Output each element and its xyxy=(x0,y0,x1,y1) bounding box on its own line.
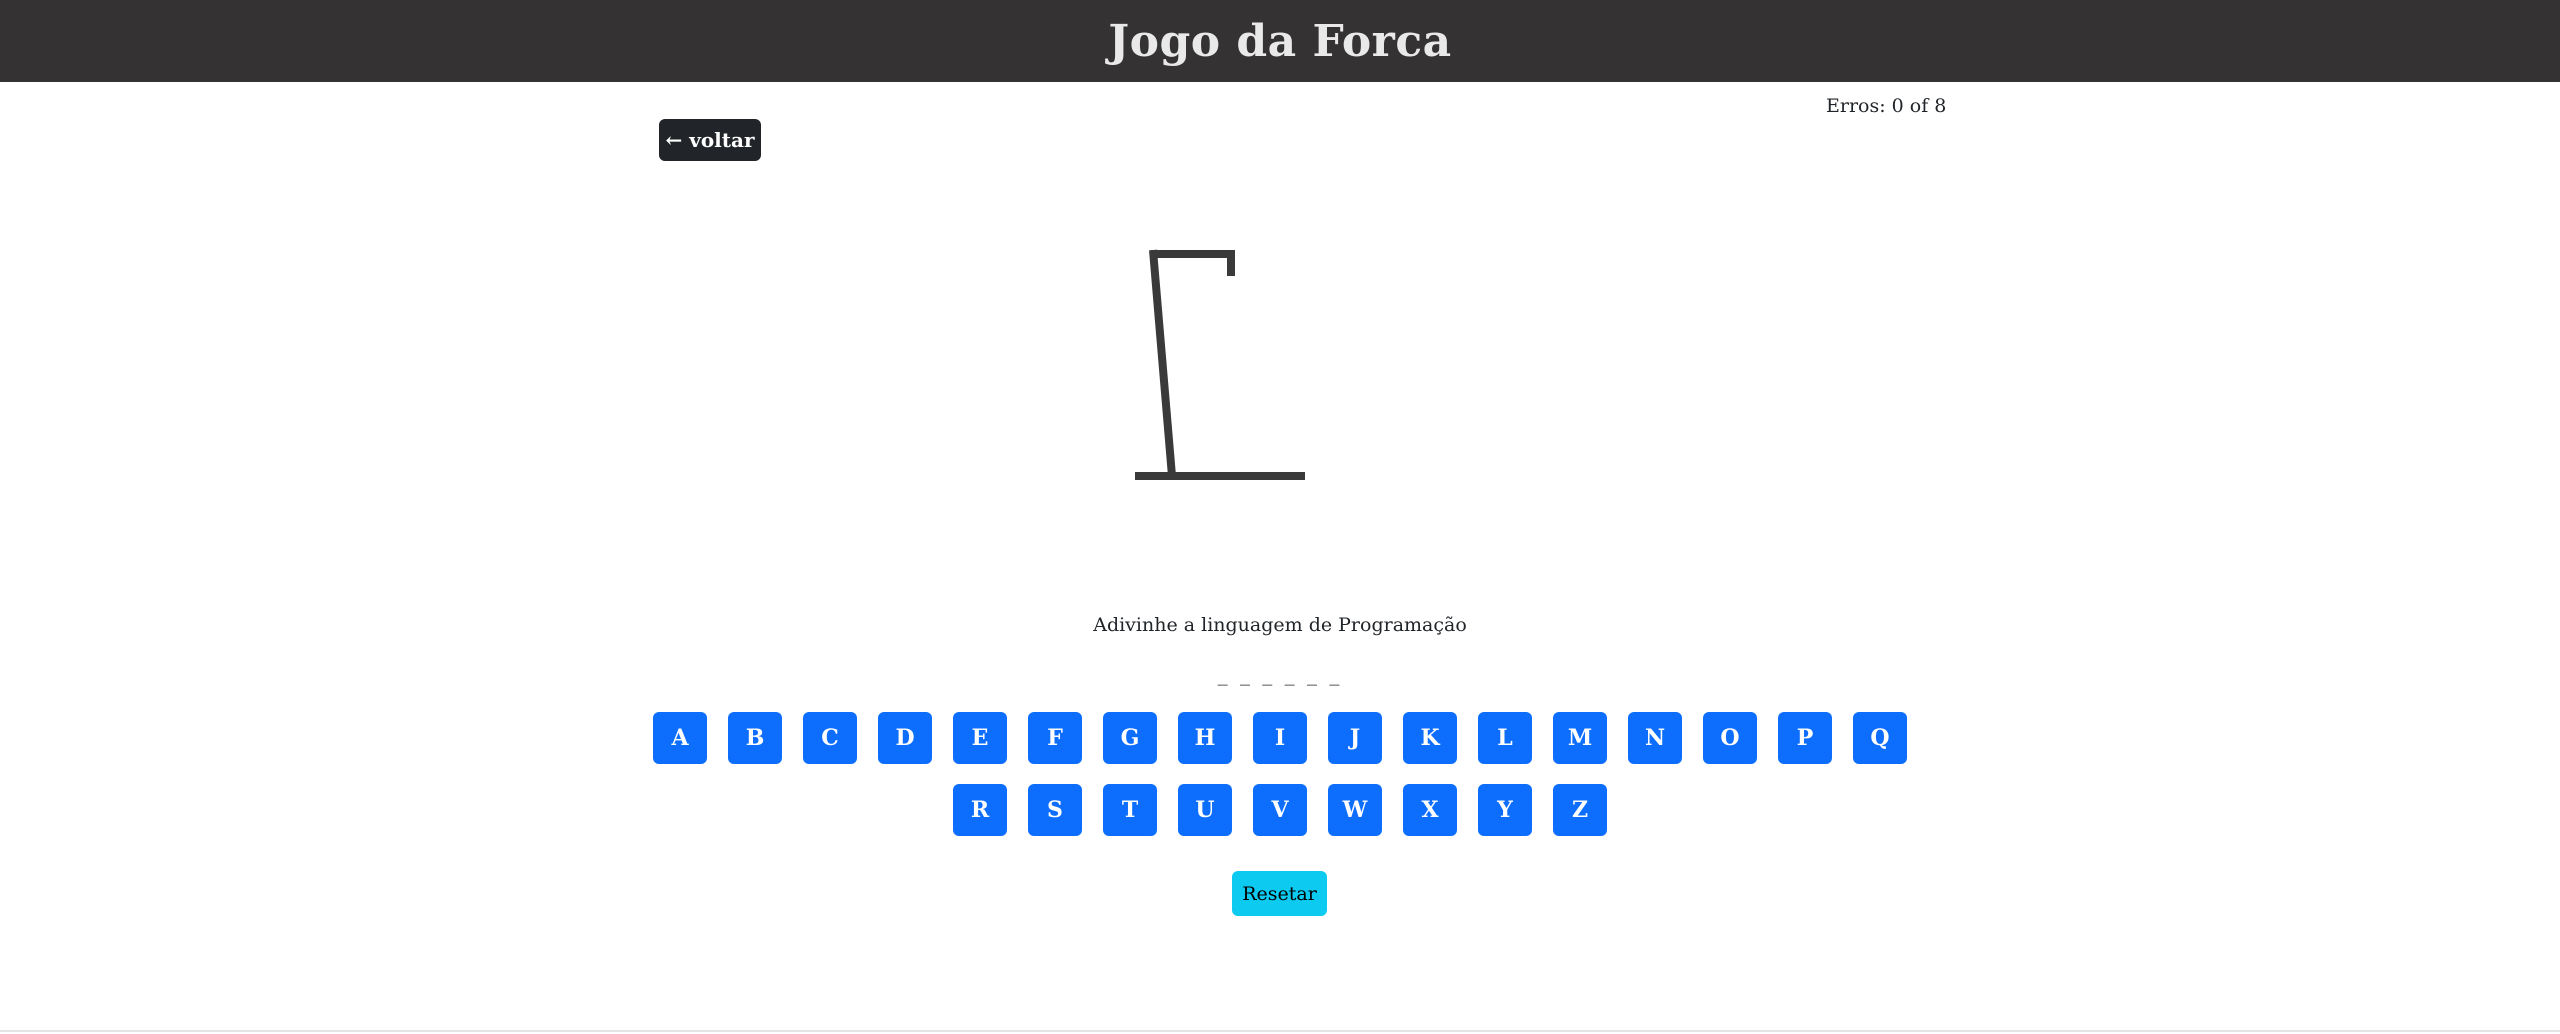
letter-button-i[interactable]: I xyxy=(1253,712,1307,764)
letter-button-b[interactable]: B xyxy=(728,712,782,764)
letter-button-c[interactable]: C xyxy=(803,712,857,764)
letter-button-x[interactable]: X xyxy=(1403,784,1457,836)
letter-button-q[interactable]: Q xyxy=(1853,712,1907,764)
letter-button-r[interactable]: R xyxy=(953,784,1007,836)
letter-button-f[interactable]: F xyxy=(1028,712,1082,764)
letter-button-y[interactable]: Y xyxy=(1478,784,1532,836)
gallows-pole xyxy=(1149,249,1176,477)
page-bottom-divider xyxy=(0,1030,2560,1032)
letter-button-o[interactable]: O xyxy=(1703,712,1757,764)
word-display: _ _ _ _ _ _ xyxy=(1217,662,1343,686)
letter-button-w[interactable]: W xyxy=(1328,784,1382,836)
keyboard-row-1: ABCDEFGHIJKLMNOPQ xyxy=(0,712,2560,764)
letter-button-d[interactable]: D xyxy=(878,712,932,764)
keyboard-row-2: RSTUVWXYZ xyxy=(0,784,2560,836)
gallows-drawing xyxy=(1135,249,1305,480)
letter-button-k[interactable]: K xyxy=(1403,712,1457,764)
letter-button-g[interactable]: G xyxy=(1103,712,1157,764)
letter-button-u[interactable]: U xyxy=(1178,784,1232,836)
errors-counter: Erros: 0 of 8 xyxy=(1826,95,1947,117)
letter-button-z[interactable]: Z xyxy=(1553,784,1607,836)
letter-button-h[interactable]: H xyxy=(1178,712,1232,764)
reset-button[interactable]: Resetar xyxy=(1232,871,1327,916)
letter-button-a[interactable]: A xyxy=(653,712,707,764)
letter-button-m[interactable]: M xyxy=(1553,712,1607,764)
game-prompt: Adivinhe a linguagem de Programação xyxy=(1093,614,1467,636)
app-header: Jogo da Forca xyxy=(0,0,2560,82)
letter-button-j[interactable]: J xyxy=(1328,712,1382,764)
letter-button-n[interactable]: N xyxy=(1628,712,1682,764)
letter-button-p[interactable]: P xyxy=(1778,712,1832,764)
letter-button-s[interactable]: S xyxy=(1028,784,1082,836)
back-button[interactable]: ← voltar xyxy=(659,119,761,161)
letter-button-e[interactable]: E xyxy=(953,712,1007,764)
letter-button-v[interactable]: V xyxy=(1253,784,1307,836)
page-title: Jogo da Forca xyxy=(1108,15,1452,67)
letter-button-t[interactable]: T xyxy=(1103,784,1157,836)
letter-button-l[interactable]: L xyxy=(1478,712,1532,764)
